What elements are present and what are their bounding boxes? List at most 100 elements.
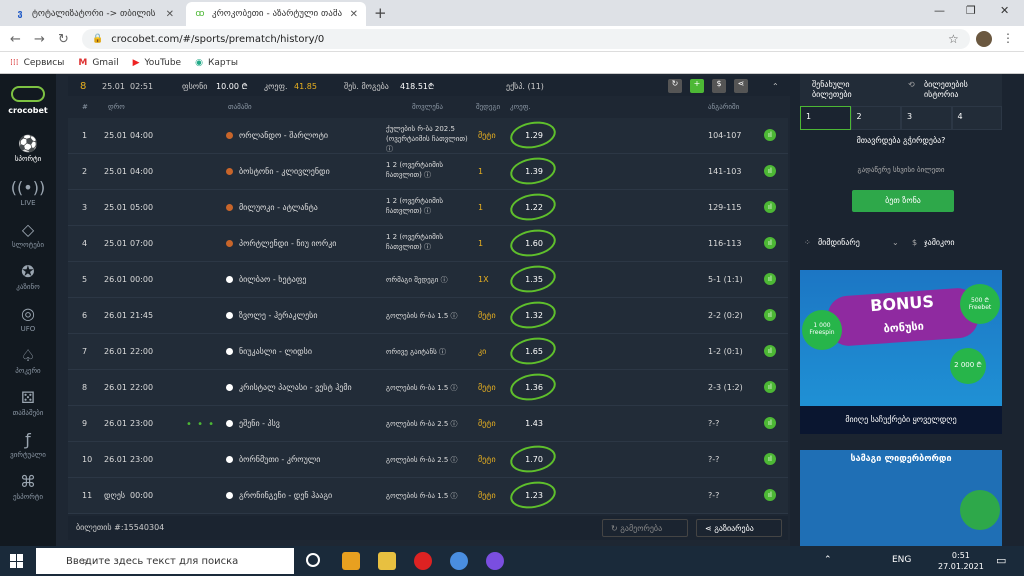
bookmark-star-icon[interactable]: ☆ — [948, 32, 959, 46]
row-event[interactable]: ნიუკასლი - ლიდსი — [226, 347, 312, 356]
col-pick: შედეგი — [476, 103, 501, 111]
close-icon[interactable]: ✕ — [166, 9, 174, 20]
slot-tab-1[interactable]: 1 — [800, 106, 851, 130]
share-icon[interactable]: ⋖ — [734, 79, 748, 93]
row-pick: მეტი — [478, 419, 496, 428]
row-date: 26.01 — [104, 275, 127, 284]
row-event[interactable]: ორლანდო - შარლოტი — [226, 131, 328, 140]
row-odds: 1.70 — [525, 455, 543, 464]
bookmark-maps[interactable]: ◉ Карты — [195, 58, 238, 68]
row-odds: 1.60 — [525, 239, 543, 248]
slot-tab-2[interactable]: 2 — [850, 106, 901, 130]
forward-icon[interactable]: → — [34, 32, 45, 47]
slot-tab-3[interactable]: 3 — [901, 106, 952, 130]
stats-icon[interactable]: ıl — [764, 201, 776, 213]
stats-icon[interactable]: ıl — [764, 345, 776, 357]
app-icon[interactable] — [342, 552, 360, 570]
url-input[interactable]: 🔒 crocobet.com/#/sports/prematch/history/… — [82, 29, 970, 49]
clock[interactable]: 0:51 27.01.2021 — [938, 550, 984, 572]
stats-icon[interactable]: ıl — [764, 273, 776, 285]
stats-icon[interactable]: ıl — [764, 417, 776, 429]
menu-icon[interactable]: ⋮ — [1002, 31, 1014, 45]
notification-icon[interactable]: ▭ — [996, 554, 1006, 567]
stats-icon[interactable]: ıl — [764, 237, 776, 249]
tab-jackpot[interactable]: ჯამიკოი — [924, 238, 955, 247]
stats-icon[interactable]: ıl — [764, 129, 776, 141]
tab-current[interactable]: მიმდინარე — [818, 238, 860, 247]
new-tab-button[interactable]: + — [374, 4, 387, 22]
stats-icon[interactable]: ıl — [764, 381, 776, 393]
tab-icon: ვ — [17, 9, 23, 19]
crocobet-logo[interactable]: crocobet — [6, 86, 50, 122]
football-icon — [226, 456, 233, 463]
close-window-icon[interactable]: ✕ — [1000, 4, 1009, 17]
row-event[interactable]: ზვოლე - ჰერაკლესი — [226, 311, 317, 320]
chevron-down-icon[interactable]: ⌄ — [892, 238, 899, 247]
opera-icon[interactable] — [414, 552, 432, 570]
nav-ufo[interactable]: ◎ UFO — [0, 304, 56, 333]
row-event[interactable]: ეშენი - პსვ — [226, 419, 280, 428]
close-icon[interactable]: ✕ — [350, 9, 358, 20]
stake-label: ფსონი — [182, 81, 208, 91]
viber-icon[interactable] — [486, 552, 504, 570]
row-event[interactable]: გრონინგენი - დენ ჰააგი — [226, 491, 332, 500]
tab-saved-tickets[interactable]: შენახული ბილეთები — [812, 80, 890, 100]
row-event[interactable]: მილუოკი - ატლანტა — [226, 203, 318, 212]
nav-virtual[interactable]: ƒ ვირტუალი — [0, 430, 56, 459]
nav-poker[interactable]: ♤ პოკერი — [0, 346, 56, 375]
row-event[interactable]: კრისტალ პალასი - ვესტ ჰემი — [226, 383, 352, 392]
refresh-icon[interactable]: ↻ — [668, 79, 682, 93]
chrome-icon[interactable] — [450, 552, 468, 570]
dollar-icon[interactable]: $ — [712, 79, 726, 93]
share-button[interactable]: ⋖ გაზიარება — [696, 519, 782, 537]
row-number: 6 — [82, 311, 88, 320]
col-num: # — [82, 103, 88, 111]
bookmark-gmail[interactable]: M Gmail — [78, 58, 118, 68]
row-date: 25.01 — [104, 167, 127, 176]
tab-strip: ვ ტოტალიზატორი -> თბილის ✕ ꝏ კროკობეთი - აზ… — [0, 0, 1024, 26]
back-icon[interactable]: ← — [10, 32, 21, 47]
browser-tab-2[interactable]: ꝏ კროკობეთი - აზარტული თამა ✕ — [186, 2, 366, 26]
nav-slots[interactable]: ◇ სლოტები — [0, 220, 56, 249]
slot-tab-4[interactable]: 4 — [951, 106, 1002, 130]
row-event[interactable]: ბილბაო - ხეტაფე — [226, 275, 306, 284]
nav-live[interactable]: ((•)) LIVE — [0, 178, 56, 207]
tray-chevron-icon[interactable]: ⌃ — [824, 555, 832, 565]
banner-caption: მიიღე საჩუქრები ყოველდღე — [800, 406, 1002, 434]
nav-esport[interactable]: ⌘ ესპორტი — [0, 472, 56, 501]
restore-icon[interactable]: ❐ — [966, 4, 976, 17]
col-date[interactable]: დრო — [108, 103, 125, 111]
stats-icon[interactable]: ıl — [764, 453, 776, 465]
tab-ticket-history[interactable]: ბილეთების ისტორია — [924, 80, 1000, 100]
bonus-banner[interactable]: BONUS ბონუსი 1 000 Freespin 500 ₾ Freebet… — [800, 270, 1002, 434]
language-indicator[interactable]: ENG — [892, 555, 911, 565]
bet-zone-button[interactable]: ბეთ ზონა — [852, 190, 954, 212]
stats-icon[interactable]: ıl — [764, 165, 776, 177]
row-event[interactable]: პორტლენდი - ნიუ იორკი — [226, 239, 336, 248]
nav-sport[interactable]: ⚽ სპორტი — [0, 134, 56, 163]
avatar[interactable] — [976, 31, 992, 47]
row-event[interactable]: ბორნმუთი - კროული — [226, 455, 320, 464]
row-odds: 1.29 — [525, 131, 543, 140]
add-icon[interactable]: + — [690, 79, 704, 93]
col-odds[interactable]: კოეფ. — [510, 103, 531, 111]
windows-start-icon[interactable] — [10, 554, 24, 568]
task-view-icon[interactable] — [306, 553, 320, 567]
row-event[interactable]: ბოსტონი - კლივლენდი — [226, 167, 330, 176]
nav-games[interactable]: ⚄ თამაშები — [0, 388, 56, 417]
bookmark-youtube[interactable]: ▶ YouTube — [133, 58, 182, 68]
reload-icon[interactable]: ↻ — [58, 32, 69, 47]
stats-icon[interactable]: ıl — [764, 489, 776, 501]
leaderboard-banner[interactable]: სამაგი ლიდერბორდი — [800, 450, 1002, 546]
browser-tab-1[interactable]: ვ ტოტალიზატორი -> თბილის ✕ — [6, 2, 182, 26]
chat-icon[interactable] — [960, 490, 1000, 530]
taskbar-search-input[interactable]: ⌕ Введите здесь текст для поиска — [36, 548, 294, 574]
repeat-button[interactable]: ↻ გამეორება — [602, 519, 688, 537]
bookmark-services[interactable]: ⁞⁞⁞ Сервисы — [10, 58, 64, 68]
collapse-icon[interactable]: ⌃ — [772, 82, 779, 91]
stats-icon[interactable]: ıl — [764, 309, 776, 321]
nav-casino[interactable]: ✪ კაზინო — [0, 262, 56, 291]
row-odds: 1.43 — [525, 419, 543, 428]
folder-icon[interactable] — [378, 552, 396, 570]
minimize-icon[interactable]: — — [934, 4, 945, 17]
